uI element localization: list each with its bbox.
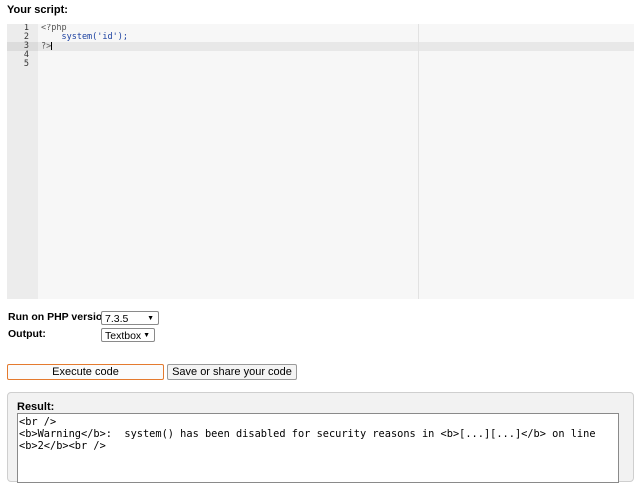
code-line[interactable]: [38, 60, 634, 69]
execute-code-button[interactable]: Execute code: [7, 364, 164, 380]
result-textbox[interactable]: <br /> <b>Warning</b>: system() has been…: [17, 413, 619, 483]
result-title: Result:: [17, 401, 55, 413]
chevron-down-icon: ▼: [143, 332, 150, 339]
chevron-down-icon: ▼: [147, 315, 154, 322]
result-panel: Result: <br /> <b>Warning</b>: system() …: [7, 392, 634, 483]
print-margin-line: [418, 24, 419, 299]
code-line-text: system('id');: [41, 32, 128, 42]
line-number: 5: [23, 59, 29, 69]
line-number-gutter: 1 2 3 4 5: [7, 24, 38, 299]
code-line[interactable]: system('id');: [38, 33, 634, 42]
line-number: 3: [7, 42, 38, 51]
code-editor[interactable]: 1 2 3 4 5 <?php system('id'); ?>: [7, 24, 634, 299]
output-select[interactable]: Textbox ▼: [101, 328, 155, 342]
output-value: Textbox: [105, 330, 142, 342]
output-label: Output:: [8, 328, 46, 340]
code-line[interactable]: [38, 51, 634, 60]
code-line-active[interactable]: ?>: [38, 42, 634, 51]
php-version-select[interactable]: 7.3.5 ▼: [101, 311, 159, 325]
code-line-text: ?>: [41, 41, 52, 52]
code-area[interactable]: <?php system('id'); ?>: [38, 24, 634, 299]
line-number: 2: [23, 32, 29, 42]
save-share-button[interactable]: Save or share your code: [167, 364, 297, 380]
text-cursor: [51, 42, 53, 50]
php-version-value: 7.3.5: [105, 313, 129, 325]
line-number: 4: [23, 50, 29, 60]
script-title: Your script:: [7, 4, 68, 16]
line-number: 1: [23, 24, 29, 33]
php-version-label: Run on PHP version:: [8, 311, 113, 323]
